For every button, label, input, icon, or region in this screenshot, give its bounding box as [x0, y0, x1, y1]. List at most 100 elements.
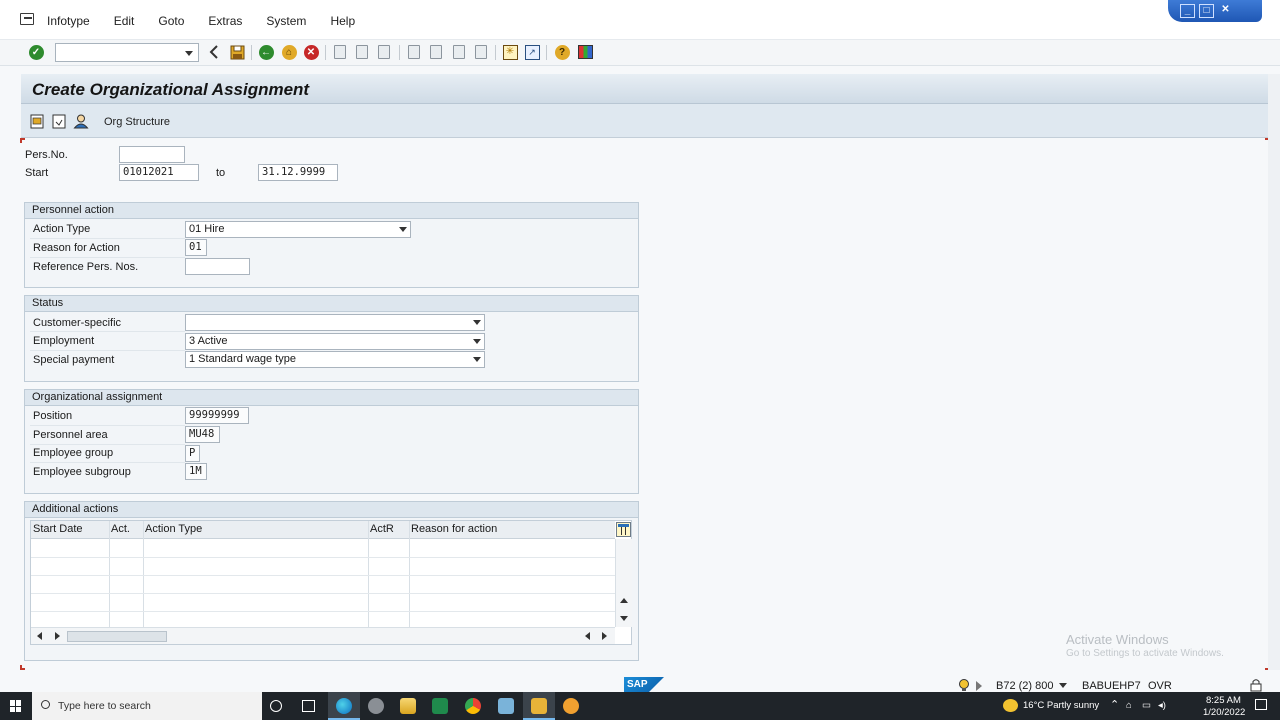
vertical-scrollbar[interactable]	[1268, 74, 1280, 670]
menu-edit[interactable]: Edit	[114, 14, 135, 28]
weather-icon[interactable]	[1003, 699, 1018, 712]
scroll-up-icon[interactable]	[620, 598, 628, 603]
table-row[interactable]	[31, 611, 615, 612]
windows-start-icon[interactable]	[10, 700, 22, 712]
lightbulb-icon[interactable]	[958, 679, 970, 692]
volume-icon[interactable]: ◂)	[1158, 700, 1166, 711]
customize-layout-icon[interactable]	[576, 43, 594, 61]
file-explorer-icon[interactable]	[400, 698, 416, 714]
windows-taskbar: Type here to search 16°C Partly sunny ⌃ …	[0, 692, 1280, 720]
customer-specific-select[interactable]	[185, 314, 485, 331]
activate-windows-subtitle: Go to Settings to activate Windows.	[1066, 648, 1224, 659]
additional-actions-table: Start Date Act. Action Type ActR Reason …	[30, 520, 632, 645]
menu-system[interactable]: System	[266, 14, 306, 28]
toolbar-separator	[399, 45, 400, 60]
calculator-icon[interactable]	[432, 698, 448, 714]
status-toggle-icon[interactable]	[976, 681, 982, 691]
search-icon	[41, 700, 50, 709]
reason-input[interactable]: 01	[185, 239, 207, 256]
find-next-icon[interactable]	[375, 43, 393, 61]
column-actr[interactable]: ActR	[370, 523, 394, 535]
end-date-input[interactable]: 31.12.9999	[258, 164, 338, 181]
toolbar-separator	[325, 45, 326, 60]
scroll-down-icon[interactable]	[620, 616, 628, 621]
system-dropdown-icon[interactable]	[1059, 683, 1067, 688]
back-green-icon[interactable]: ←	[257, 43, 275, 61]
scroll-right-end-icon[interactable]	[602, 632, 607, 640]
employment-select[interactable]: 3 Active	[185, 333, 485, 350]
column-reason[interactable]: Reason for action	[411, 523, 497, 535]
last-page-icon[interactable]	[472, 43, 490, 61]
print-icon[interactable]	[331, 43, 349, 61]
table-row[interactable]	[31, 593, 615, 594]
table-horizontal-scrollbar[interactable]	[31, 627, 615, 644]
personnel-area-input[interactable]: MU48	[185, 426, 220, 443]
sap-logon-icon[interactable]	[498, 698, 514, 714]
scroll-thumb[interactable]	[67, 631, 167, 642]
minimize-button[interactable]: _	[1180, 4, 1195, 18]
special-payment-select[interactable]: 1 Standard wage type	[185, 351, 485, 368]
tray-chevron-icon[interactable]: ⌃	[1110, 698, 1119, 711]
battery-icon[interactable]: ▭	[1142, 700, 1151, 711]
save-icon[interactable]	[228, 43, 246, 61]
copy-icon[interactable]	[52, 114, 66, 129]
cancel-icon[interactable]: ✕	[302, 43, 320, 61]
clock-date[interactable]: 1/20/2022	[1203, 707, 1245, 718]
ref-pers-input[interactable]	[185, 258, 250, 275]
table-settings-icon[interactable]	[616, 522, 631, 537]
scroll-right-icon[interactable]	[55, 632, 60, 640]
action-type-value: 01 Hire	[189, 223, 225, 235]
command-field[interactable]	[55, 43, 199, 62]
new-session-icon[interactable]: ✳	[501, 43, 519, 61]
ref-pers-label: Reference Pers. Nos.	[33, 261, 139, 273]
menu-help[interactable]: Help	[330, 14, 355, 28]
help-icon[interactable]: ?	[553, 43, 571, 61]
employee-group-input[interactable]: P	[185, 445, 200, 462]
start-date-input[interactable]: 01012021	[119, 164, 199, 181]
app-icon[interactable]	[563, 698, 579, 714]
lock-icon[interactable]	[1248, 678, 1264, 692]
taskbar-search[interactable]: Type here to search	[32, 692, 262, 720]
org-structure-button[interactable]: Org Structure	[104, 116, 170, 128]
menu-goto[interactable]: Goto	[158, 14, 184, 28]
table-row[interactable]	[31, 575, 615, 576]
shortcut-icon[interactable]: ↗	[523, 43, 541, 61]
network-icon[interactable]: ⌂	[1126, 700, 1132, 711]
employee-group-label: Employee group	[33, 447, 114, 459]
task-view-icon[interactable]	[302, 700, 315, 712]
menu-icon[interactable]	[20, 13, 34, 25]
app-icon[interactable]	[368, 698, 384, 714]
exit-icon[interactable]: ⌂	[280, 43, 298, 61]
activate-windows-title: Activate Windows	[1066, 632, 1169, 647]
create-icon[interactable]	[30, 114, 44, 129]
close-button[interactable]: ✕	[1218, 4, 1233, 18]
employee-subgroup-input[interactable]: 1M	[185, 463, 207, 480]
column-start-date[interactable]: Start Date	[33, 523, 83, 535]
position-input[interactable]: 99999999	[185, 407, 249, 424]
enter-icon[interactable]: ✓	[27, 43, 45, 61]
menu-extras[interactable]: Extras	[208, 14, 242, 28]
action-type-select[interactable]: 01 Hire	[185, 221, 411, 238]
person-icon[interactable]	[73, 114, 89, 129]
maximize-button[interactable]: □	[1199, 4, 1214, 18]
prev-page-icon[interactable]	[427, 43, 445, 61]
weather-text[interactable]: 16°C Partly sunny	[1023, 700, 1099, 711]
first-page-icon[interactable]	[405, 43, 423, 61]
column-action-type[interactable]: Action Type	[145, 523, 202, 535]
pers-no-input[interactable]	[119, 146, 185, 163]
table-row[interactable]	[31, 557, 615, 558]
input-mode[interactable]: OVR	[1148, 680, 1172, 692]
column-act[interactable]: Act.	[111, 523, 130, 535]
next-page-icon[interactable]	[450, 43, 468, 61]
notification-icon[interactable]	[1255, 699, 1267, 710]
chrome-icon[interactable]	[465, 698, 481, 714]
find-icon[interactable]	[353, 43, 371, 61]
system-info[interactable]: B72 (2) 800	[996, 680, 1053, 692]
scroll-left-end-icon[interactable]	[585, 632, 590, 640]
menu-infotype[interactable]: Infotype	[47, 14, 90, 28]
table-vertical-scrollbar[interactable]	[615, 539, 632, 627]
scroll-left-icon[interactable]	[37, 632, 42, 640]
cortana-icon[interactable]	[270, 700, 282, 712]
clock-time[interactable]: 8:25 AM	[1206, 695, 1241, 706]
back-icon[interactable]	[205, 43, 223, 61]
